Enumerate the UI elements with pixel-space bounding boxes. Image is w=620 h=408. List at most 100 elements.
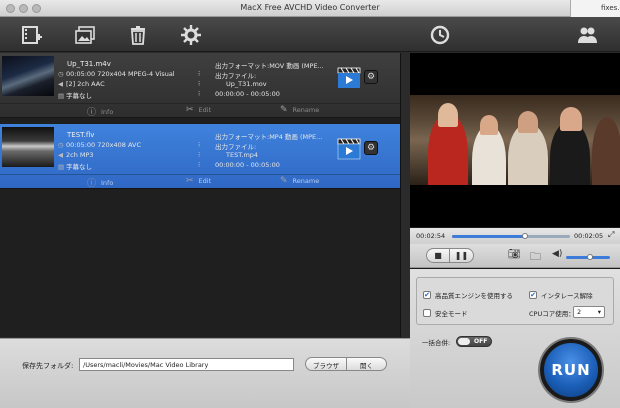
format-settings-button[interactable]: ⚙	[364, 141, 378, 155]
destination-path-input[interactable]	[79, 358, 294, 371]
deinterlace-checkbox[interactable]: ✔ インタレース解除	[529, 290, 593, 300]
deinterlace-label: インタレース解除	[541, 292, 593, 300]
merge-label: 一括合併:	[422, 339, 451, 347]
video-thumbnail	[2, 56, 54, 96]
safe-mode-checkbox[interactable]: 安全モード	[423, 308, 468, 318]
background-window-tab[interactable]: fixes.	[570, 0, 620, 17]
rename-label: Rename	[292, 177, 320, 185]
output-format: 出力フォーマット:MP4 動画 (MPE...	[215, 133, 323, 141]
scissors-icon: ✂	[186, 105, 194, 115]
file-name: TEST.flv	[67, 131, 95, 139]
info-button[interactable]: ⓘ Info	[87, 176, 114, 190]
stop-button[interactable]: ■	[426, 248, 450, 263]
toggle-knob	[458, 338, 470, 345]
info-icon: ⓘ	[87, 179, 97, 189]
subtitle-icon: ▤	[58, 163, 65, 171]
seek-bar-fill	[452, 235, 526, 238]
folder-icon[interactable]: 🗀	[530, 248, 541, 267]
scissors-icon: ✂	[186, 176, 194, 186]
volume-slider[interactable]	[566, 254, 610, 260]
info-label: Info	[101, 107, 114, 116]
row-actions: ⓘ Info ✂ Edit ✎ Rename	[0, 174, 400, 190]
merge-toggle[interactable]: OFF	[456, 336, 492, 347]
settings-button[interactable]	[179, 23, 203, 47]
edit-label: Edit	[198, 177, 212, 185]
add-photo-button[interactable]	[73, 23, 97, 47]
camera-icon[interactable]: 📷︎	[508, 249, 521, 260]
output-format: 出力フォーマット:MOV 動画 (MPE...	[215, 62, 324, 70]
open-folder-button[interactable]: 開く	[347, 357, 387, 371]
options-group: ✔ 高品質エンジンを使用する ✔ インタレース解除 安全モード CPUコア使用： 2…	[416, 277, 614, 325]
refresh-button[interactable]	[428, 23, 452, 47]
gear-icon: ⚙	[366, 72, 376, 82]
speaker-icon: ◀	[58, 80, 63, 88]
users-button[interactable]	[575, 23, 599, 47]
run-button[interactable]: RUN	[540, 339, 602, 401]
edit-button[interactable]: ✂ Edit	[186, 105, 211, 115]
pause-button[interactable]: ❚❚	[450, 248, 474, 263]
subtitle-select-arrow[interactable]: ⁝	[198, 90, 200, 98]
hq-engine-label: 高品質エンジンを使用する	[435, 292, 513, 300]
delete-button[interactable]	[126, 23, 150, 47]
output-file-name[interactable]: TEST.mp4	[226, 151, 258, 159]
seek-bar[interactable]	[452, 233, 570, 239]
edit-label: Edit	[198, 106, 212, 114]
info-icon: ⓘ	[87, 108, 97, 118]
volume-icon: ◀)	[552, 249, 563, 259]
checkbox[interactable]: ✔	[529, 291, 537, 299]
info-label: Info	[101, 178, 114, 187]
format-settings-button[interactable]: ⚙	[364, 70, 378, 84]
subtitle-icon: ▤	[58, 92, 65, 100]
audio-track-arrow[interactable]: ⁝	[198, 80, 200, 88]
subtitle-select-arrow[interactable]: ⁝	[198, 161, 200, 169]
volume-knob[interactable]	[587, 254, 594, 260]
info-button[interactable]: ⓘ Info	[87, 105, 114, 119]
file-subtitle: 字幕なし	[66, 92, 92, 100]
file-row-selected[interactable]: TEST.flv ◷ 00:05:00 720x408 AVC ◀ 2ch MP3 …	[0, 124, 400, 189]
destination-label: 保存先フォルダ:	[22, 362, 74, 370]
speaker-icon: ◀	[58, 151, 63, 159]
pencil-icon: ✎	[280, 176, 288, 186]
clapboard-play-icon[interactable]	[337, 138, 361, 160]
cpu-cores-value: 2	[577, 308, 582, 316]
row-actions: ⓘ Info ✂ Edit ✎ Rename	[0, 103, 400, 119]
hq-engine-checkbox[interactable]: ✔ 高品質エンジンを使用する	[423, 290, 513, 300]
file-list: Up_T31.m4v ◷ 00:05:00 720x404 MPEG-4 Visu…	[0, 53, 401, 337]
clapboard-play-icon[interactable]	[337, 67, 361, 89]
safe-mode-label: 安全モード	[435, 310, 468, 318]
browse-button[interactable]: ブラウザ	[305, 357, 347, 371]
clock-icon: ◷	[58, 70, 64, 78]
file-name: Up_T31.m4v	[67, 60, 111, 68]
playback-controls: ■ ❚❚ 📷︎ 🗀 ◀)	[410, 244, 620, 268]
conversion-options: ✔ 高品質エンジンを使用する ✔ インタレース解除 安全モード CPUコア使用： 2…	[410, 269, 620, 408]
title-bar: MacX Free AVCHD Video Converter	[0, 0, 620, 17]
output-file-name[interactable]: Up_T31.mov	[226, 80, 267, 88]
users-icon	[578, 27, 597, 43]
fullscreen-icon[interactable]: ⤢	[608, 230, 614, 240]
edit-button[interactable]: ✂ Edit	[186, 176, 211, 186]
toolbar	[0, 17, 620, 52]
add-video-icon	[22, 26, 42, 44]
add-video-button[interactable]	[20, 23, 44, 47]
add-photo-icon	[75, 26, 95, 44]
checkbox[interactable]	[423, 309, 431, 317]
rename-label: Rename	[292, 106, 320, 114]
clip-range: 00:00:00 - 00:05:00	[215, 90, 280, 98]
cpu-cores-label: CPUコア使用：	[529, 310, 575, 318]
rename-button[interactable]: ✎ Rename	[280, 105, 319, 115]
pencil-icon: ✎	[280, 105, 288, 115]
total-time: 00:02:05	[574, 232, 604, 240]
seek-knob[interactable]	[522, 233, 529, 239]
audio-select-arrow[interactable]: ⁝	[198, 70, 200, 78]
audio-track-arrow[interactable]: ⁝	[198, 151, 200, 159]
rename-button[interactable]: ✎ Rename	[280, 176, 319, 186]
output-file-label: 出力ファイル:	[215, 72, 257, 80]
video-thumbnail	[2, 127, 54, 167]
file-row[interactable]: Up_T31.m4v ◷ 00:05:00 720x404 MPEG-4 Visu…	[0, 53, 400, 118]
dropdown-arrow-icon: ▾	[597, 308, 601, 316]
checkbox[interactable]: ✔	[423, 291, 431, 299]
trash-icon	[131, 26, 145, 45]
cpu-cores-select[interactable]: 2 ▾	[573, 306, 605, 318]
video-frame	[410, 95, 620, 185]
audio-select-arrow[interactable]: ⁝	[198, 141, 200, 149]
